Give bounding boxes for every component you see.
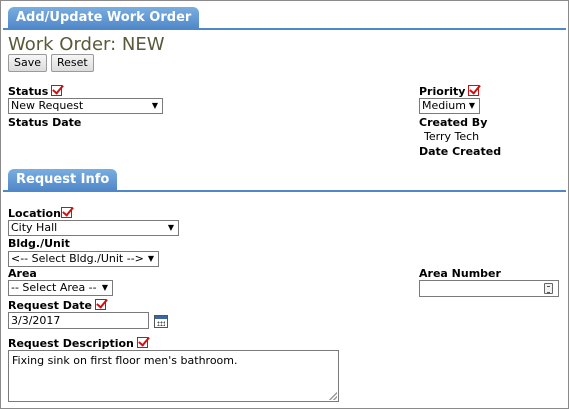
request-info-divider xyxy=(3,190,566,192)
window-frame: Add/Update Work Order Work Order: NEW Sa… xyxy=(0,0,569,409)
calendar-icon[interactable] xyxy=(154,315,168,328)
chevron-down-icon: ▼ xyxy=(468,101,475,110)
add-update-work-order-header: Add/Update Work Order xyxy=(8,7,200,29)
required-check-icon xyxy=(95,299,107,310)
status-label: Status xyxy=(8,84,63,98)
required-check-icon xyxy=(51,85,63,96)
status-select[interactable]: New Request ▼ xyxy=(8,98,163,114)
location-label: Location xyxy=(8,206,72,220)
location-label-text: Location xyxy=(8,207,61,220)
chevron-down-icon: ▼ xyxy=(167,223,174,232)
resize-grip-icon[interactable] xyxy=(329,392,337,400)
request-date-label: Request Date xyxy=(8,298,107,312)
area-number-input[interactable] xyxy=(419,280,559,297)
chevron-down-icon: ▼ xyxy=(147,254,154,263)
required-check-icon xyxy=(136,337,148,348)
created-by-value: Terry Tech xyxy=(424,130,480,143)
save-button[interactable]: Save xyxy=(8,54,48,72)
priority-select-value: Medium xyxy=(422,99,466,112)
bldg-unit-select-value: <-- Select Bldg./Unit --> xyxy=(11,252,144,265)
location-select-value: City Hall xyxy=(11,221,58,234)
header-divider xyxy=(3,28,566,30)
area-select[interactable]: -- Select Area -- ▼ xyxy=(8,280,113,296)
calculator-icon[interactable] xyxy=(544,283,553,294)
date-created-label: Date Created xyxy=(419,145,502,158)
priority-select[interactable]: Medium ▼ xyxy=(419,98,480,114)
status-select-value: New Request xyxy=(11,99,84,112)
location-select[interactable]: City Hall ▼ xyxy=(8,220,179,236)
chevron-down-icon: ▼ xyxy=(151,101,158,110)
request-date-value: 3/3/2017 xyxy=(11,314,61,327)
request-date-input[interactable]: 3/3/2017 xyxy=(8,312,149,329)
request-description-textarea[interactable]: Fixing sink on first floor men's bathroo… xyxy=(8,350,339,402)
area-select-value: -- Select Area -- xyxy=(11,281,97,294)
required-check-icon xyxy=(60,207,72,218)
required-check-icon xyxy=(468,85,480,96)
priority-label: Priority xyxy=(419,84,480,98)
bldg-unit-label: Bldg./Unit xyxy=(8,237,70,250)
request-info-header: Request Info xyxy=(8,169,118,191)
status-date-label: Status Date xyxy=(8,116,82,129)
reset-button[interactable]: Reset xyxy=(51,54,94,72)
status-label-text: Status xyxy=(8,85,49,98)
bldg-unit-select[interactable]: <-- Select Bldg./Unit --> ▼ xyxy=(8,251,159,267)
area-number-label: Area Number xyxy=(419,267,501,280)
area-label: Area xyxy=(8,267,37,280)
created-by-label: Created By xyxy=(419,116,488,129)
chevron-down-icon: ▼ xyxy=(101,283,108,292)
request-description-label-text: Request Description xyxy=(8,337,134,350)
request-description-value: Fixing sink on first floor men's bathroo… xyxy=(12,354,238,367)
request-date-label-text: Request Date xyxy=(8,299,93,312)
priority-label-text: Priority xyxy=(419,85,466,98)
request-description-label: Request Description xyxy=(8,336,148,350)
work-order-title: Work Order: NEW xyxy=(8,34,165,55)
